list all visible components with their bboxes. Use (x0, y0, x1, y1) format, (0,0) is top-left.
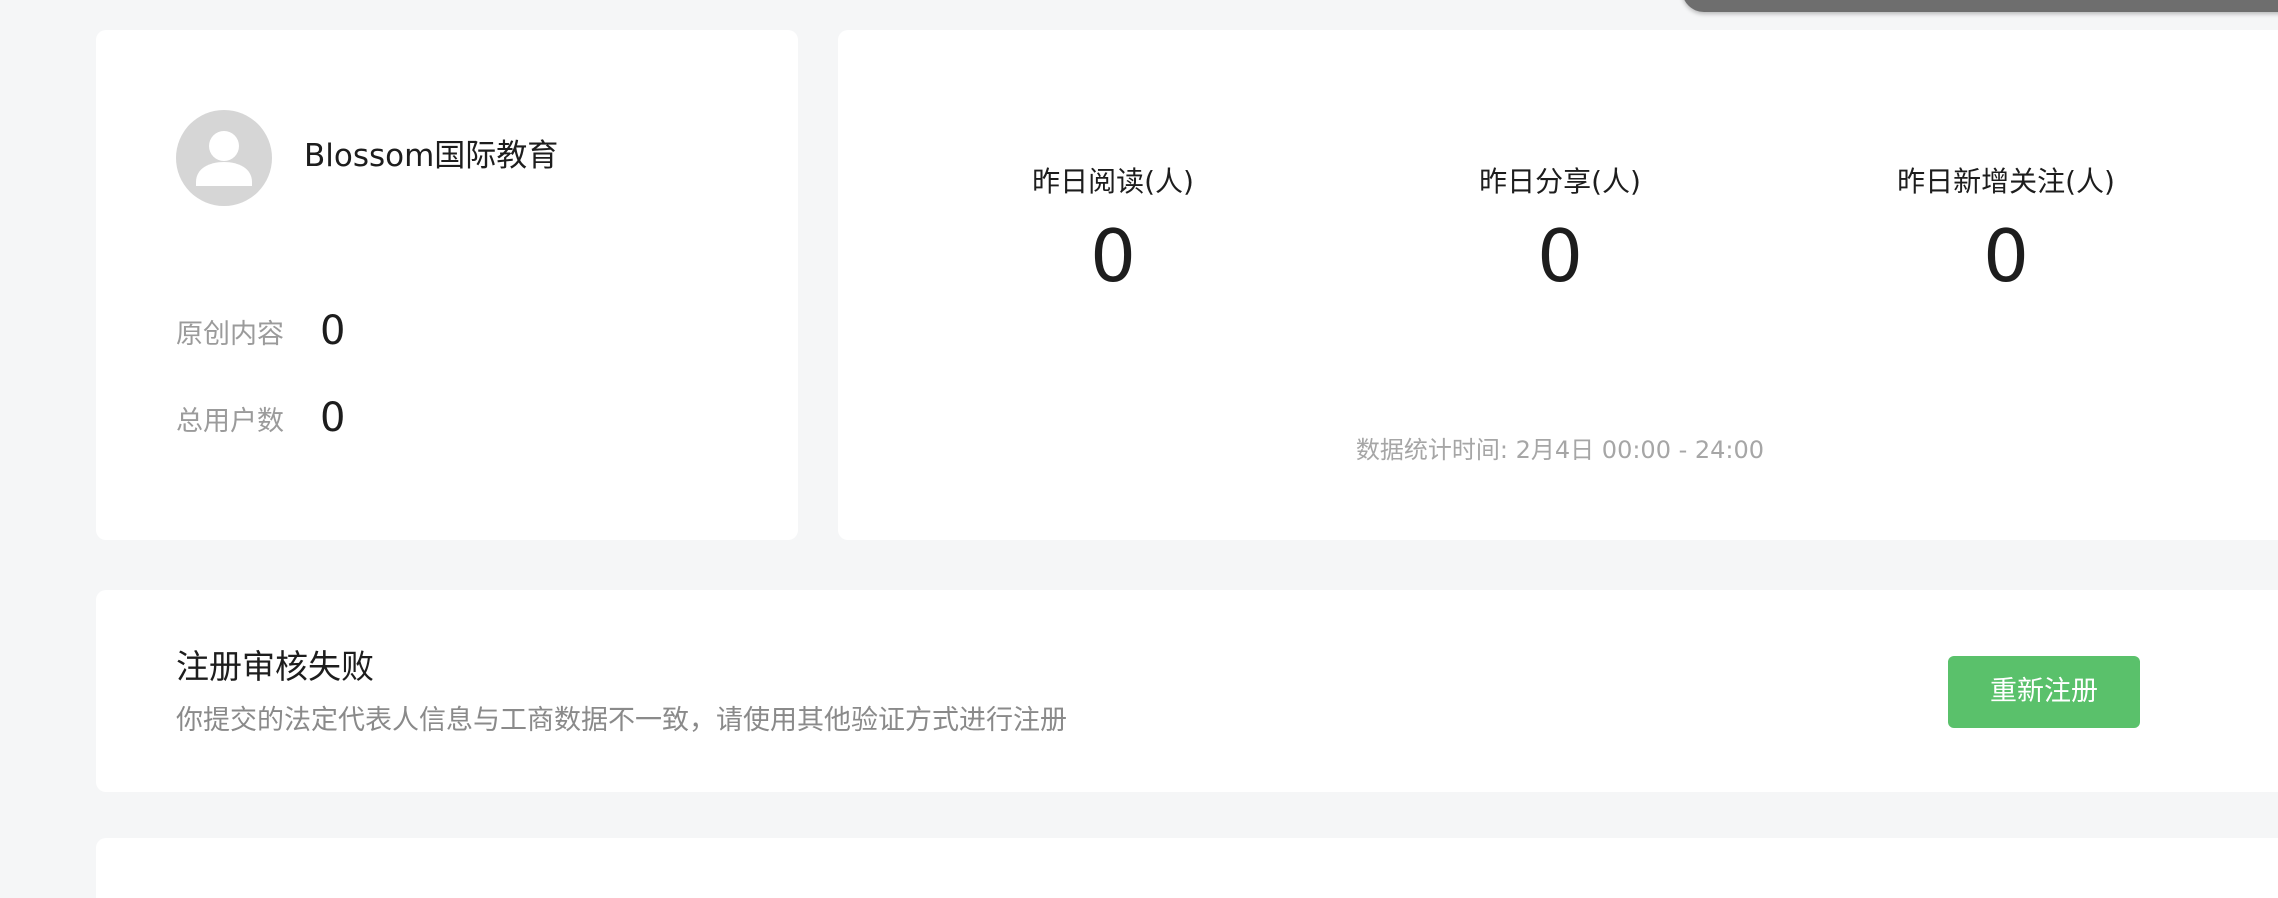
metric-yesterday-new-follows: 昨日新增关注(人) 0 (1836, 164, 2176, 296)
overlay-popup-edge (1682, 0, 2278, 12)
notice-description: 你提交的法定代表人信息与工商数据不一致，请使用其他验证方式进行注册 (176, 705, 1067, 736)
stat-value: 0 (320, 308, 346, 354)
metric-label: 昨日阅读(人) (1032, 165, 1194, 198)
profile-card (96, 30, 798, 540)
avatar-icon[interactable] (176, 110, 272, 206)
metric-value: 0 (1537, 214, 1583, 298)
stat-total-users: 总用户数 0 (176, 393, 345, 443)
stat-original-content: 原创内容 0 (176, 306, 345, 356)
next-card (96, 838, 2278, 898)
metric-label: 昨日新增关注(人) (1897, 165, 2115, 198)
metric-value: 0 (1983, 214, 2029, 298)
reregister-button[interactable]: 重新注册 (1948, 656, 2140, 728)
stat-time-range: 数据统计时间: 2月4日 00:00 - 24:00 (1355, 436, 1765, 464)
metric-value: 0 (1090, 214, 1136, 298)
metric-label: 昨日分享(人) (1479, 165, 1641, 198)
stat-label: 原创内容 (176, 318, 284, 350)
user-silhouette-icon (196, 131, 252, 186)
org-name: Blossom国际教育 (304, 138, 559, 174)
stat-value: 0 (320, 395, 346, 441)
stat-label: 总用户数 (176, 405, 284, 437)
notice-title: 注册审核失败 (176, 647, 374, 686)
metric-yesterday-shares: 昨日分享(人) 0 (1390, 164, 1730, 296)
metric-yesterday-reads: 昨日阅读(人) 0 (943, 164, 1283, 296)
